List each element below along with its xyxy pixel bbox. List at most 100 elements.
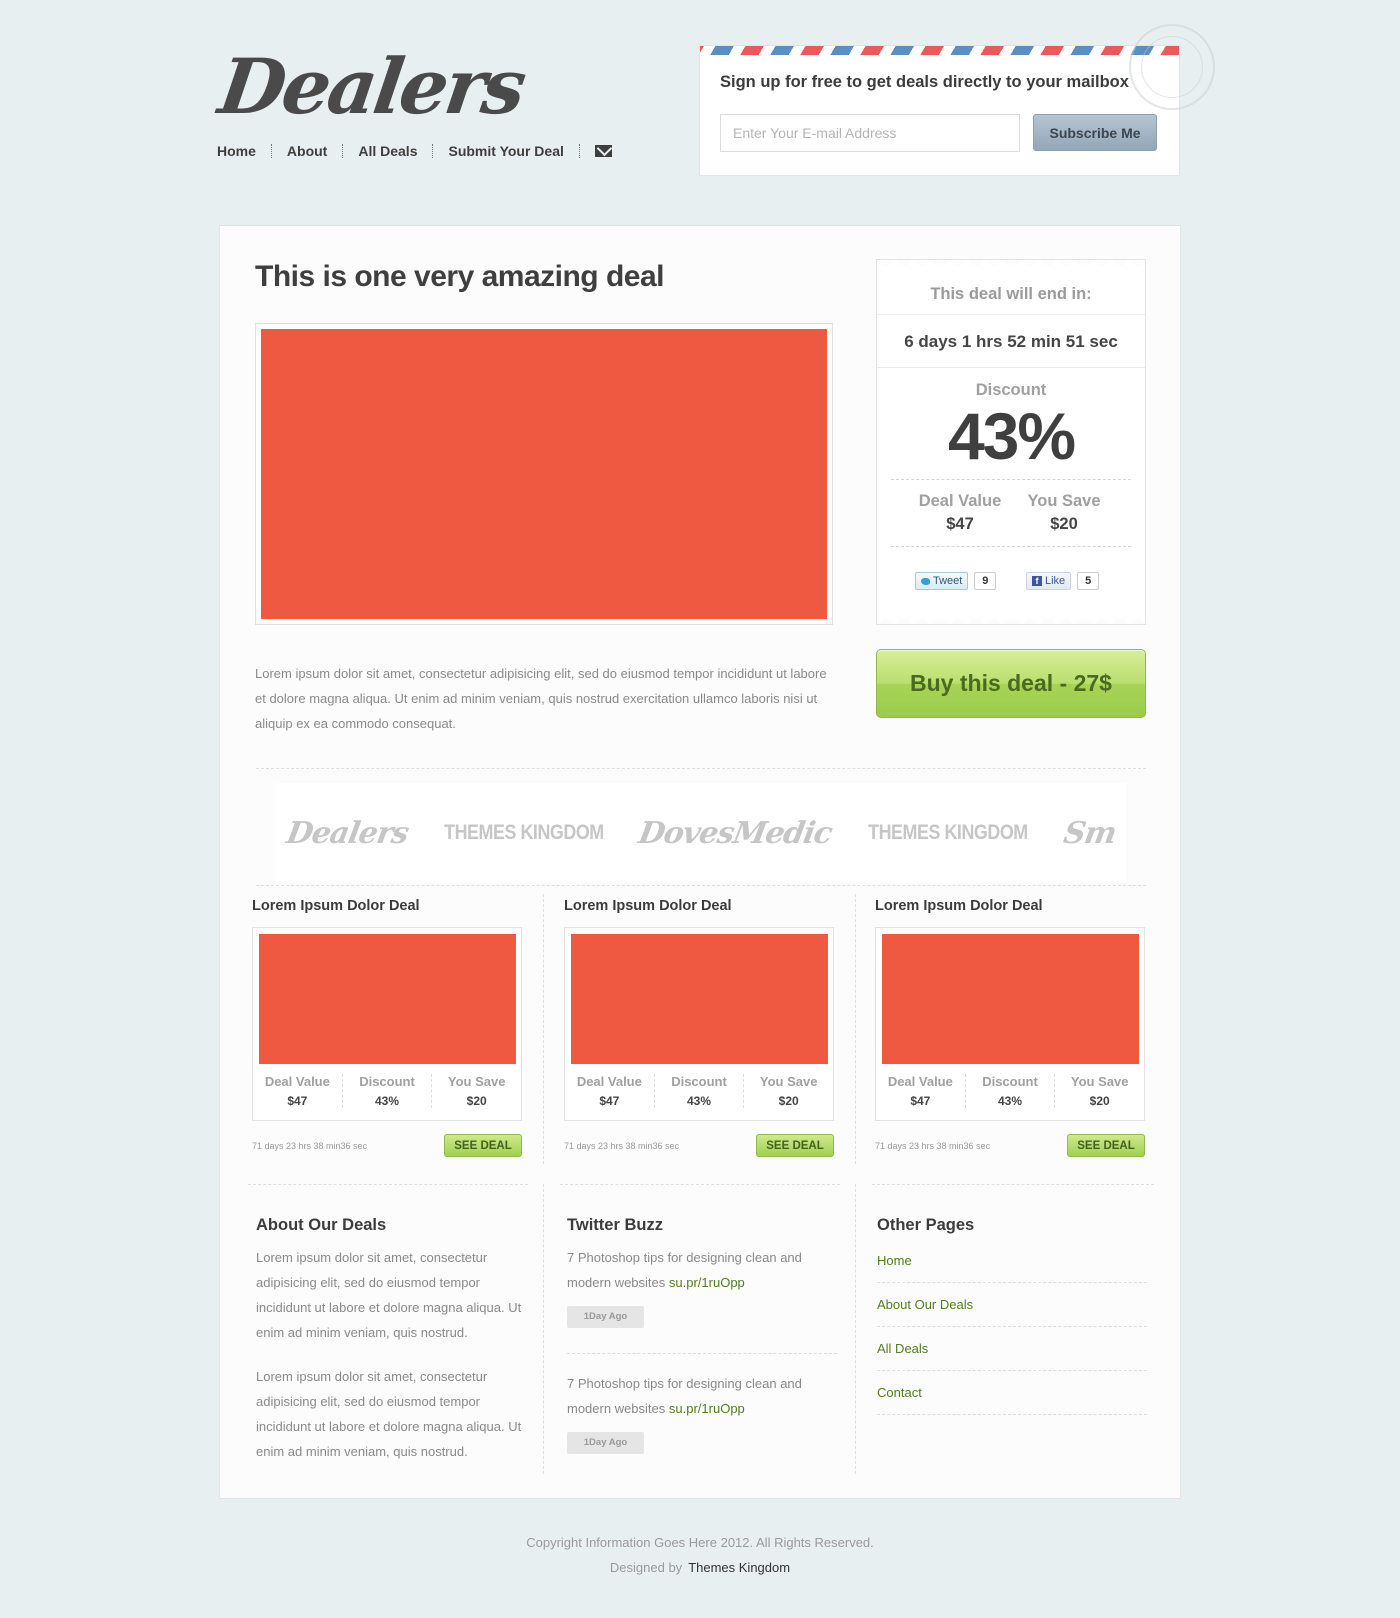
like-button[interactable]: f Like [1026, 572, 1072, 590]
about-heading: About Our Deals [256, 1216, 387, 1234]
you-save-value: $20 [778, 1094, 799, 1108]
deal-value: $47 [910, 1094, 931, 1108]
divider [560, 1184, 840, 1185]
tweet-text: 7 Photoshop tips for designing clean and… [567, 1245, 837, 1295]
deal-value: $47 [287, 1094, 308, 1108]
brand-logo-sm[interactable]: Sm [1060, 816, 1118, 851]
twitter-bird-icon [921, 577, 930, 585]
deal-card-box: Deal Value $47 Discount 43% You Save $20 [252, 927, 522, 1121]
you-save-label: You Save [1027, 492, 1101, 510]
tweet-widget: Tweet 9 [915, 572, 997, 590]
deal-card: Lorem Ipsum Dolor Deal Deal Value $47 Dis… [875, 898, 1145, 1157]
deal-card-title[interactable]: Lorem Ipsum Dolor Deal [252, 898, 522, 914]
you-save-label: You Save [759, 1074, 818, 1089]
subscribe-button[interactable]: Subscribe Me [1033, 114, 1157, 151]
tweet-text: 7 Photoshop tips for designing clean and… [567, 1371, 837, 1421]
deal-ticket: This deal will end in: 6 days 1 hrs 52 m… [876, 259, 1146, 625]
deal-image-frame [255, 323, 833, 625]
deal-description: Lorem ipsum dolor sit amet, consectetur … [255, 666, 827, 731]
about-paragraph: Lorem ipsum dolor sit amet, consectetur … [256, 1369, 522, 1459]
nav-about[interactable]: About [287, 143, 327, 159]
postmark-stamp [1129, 24, 1215, 110]
deal-card-title[interactable]: Lorem Ipsum Dolor Deal [564, 898, 834, 914]
column-divider [543, 1184, 544, 1474]
nav-all-deals[interactable]: All Deals [358, 143, 417, 159]
site-logo[interactable]: Dealers [214, 42, 529, 131]
tweet-label: Tweet [933, 575, 963, 587]
deal-value: $47 [599, 1094, 620, 1108]
signup-heading: Sign up for free to get deals directly t… [720, 73, 1129, 91]
about-section: About Our Deals Lorem ipsum dolor sit am… [256, 1216, 526, 1464]
like-count: 5 [1077, 572, 1100, 590]
discount-value: 43% [997, 1094, 1023, 1108]
other-pages-heading: Other Pages [877, 1216, 975, 1234]
tweet-link[interactable]: su.pr/1ruOpp [669, 1401, 745, 1416]
you-save-block: You Save $20 [1014, 492, 1114, 534]
page-link-contact[interactable]: Contact [877, 1371, 1147, 1415]
deal-card-image[interactable] [259, 934, 516, 1064]
deal-card: Lorem Ipsum Dolor Deal Deal Value $47 Dis… [252, 898, 522, 1157]
airmail-stripe [700, 46, 1179, 55]
page-link-home[interactable]: Home [877, 1239, 1147, 1283]
like-label: Like [1045, 575, 1066, 587]
tweet-count: 9 [974, 572, 997, 590]
twitter-heading: Twitter Buzz [567, 1216, 663, 1234]
deal-image[interactable] [261, 329, 827, 619]
brand-logo-themes-kingdom[interactable]: THEMES KINGDOM [444, 821, 604, 845]
tweet-time: 1Day Ago [567, 1432, 644, 1454]
copyright: Copyright Information Goes Here 2012. Al… [526, 1535, 874, 1550]
you-save-value: $20 [1089, 1094, 1110, 1108]
page-link-about[interactable]: About Our Deals [877, 1283, 1147, 1327]
column-divider [855, 894, 856, 1164]
deal-value-label: Deal Value [918, 492, 1002, 510]
ticket-edge-bottom [877, 616, 1145, 624]
nav-home[interactable]: Home [217, 143, 256, 159]
brand-logo-themes-kingdom[interactable]: THEMES KINGDOM [868, 821, 1028, 845]
designed-by-label: Designed by [609, 1560, 683, 1575]
deal-card-image[interactable] [571, 934, 828, 1064]
deal-card-timer: 71 days 23 hrs 38 min36 sec [875, 1141, 991, 1151]
tweet-button[interactable]: Tweet [915, 572, 969, 590]
designer-link[interactable]: Themes Kingdom [688, 1560, 790, 1575]
you-save-value: $20 [466, 1094, 487, 1108]
countdown-timer: 6 days 1 hrs 52 min 51 sec [904, 332, 1118, 351]
divider [256, 885, 1146, 886]
facebook-icon: f [1032, 576, 1042, 586]
envelope-icon[interactable] [594, 145, 612, 157]
deal-card-box: Deal Value $47 Discount 43% You Save $20 [875, 927, 1145, 1121]
nav-separator [342, 144, 344, 158]
divider [256, 768, 1146, 769]
see-deal-button[interactable]: SEE DEAL [1067, 1134, 1145, 1157]
deal-value-label: Deal Value [576, 1074, 642, 1089]
deal-card-timer: 71 days 23 hrs 38 min36 sec [252, 1141, 368, 1151]
deal-value-label: Deal Value [264, 1074, 330, 1089]
brand-logo-dovesmedic[interactable]: DovesMedic [636, 816, 835, 851]
email-input[interactable] [720, 114, 1020, 152]
discount-value: 43% [686, 1094, 712, 1108]
discount-value: 43% [947, 399, 1076, 473]
you-save-label: You Save [1070, 1074, 1129, 1089]
brand-logo-dealers[interactable]: Dealers [284, 816, 411, 851]
nav-separator [270, 144, 272, 158]
see-deal-button[interactable]: SEE DEAL [444, 1134, 522, 1157]
twitter-section: Twitter Buzz 7 Photoshop tips for design… [567, 1216, 837, 1454]
see-deal-button[interactable]: SEE DEAL [756, 1134, 834, 1157]
brand-logos: Dealers THEMES KINGDOM DovesMedic THEMES… [276, 783, 1126, 883]
deal-card-box: Deal Value $47 Discount 43% You Save $20 [564, 927, 834, 1121]
deal-title: This is one very amazing deal [255, 260, 665, 293]
newsletter-signup: Sign up for free to get deals directly t… [699, 24, 1215, 176]
deal-card-image[interactable] [882, 934, 1139, 1064]
designed-by: Designed by Themes Kingdom [0, 1560, 1400, 1575]
nav-submit-deal[interactable]: Submit Your Deal [448, 143, 563, 159]
deal-card-timer: 71 days 23 hrs 38 min36 sec [564, 1141, 680, 1151]
divider [248, 1184, 528, 1185]
page-link-all-deals[interactable]: All Deals [877, 1327, 1147, 1371]
deal-card-title[interactable]: Lorem Ipsum Dolor Deal [875, 898, 1145, 914]
tweet-link[interactable]: su.pr/1ruOpp [669, 1275, 745, 1290]
divider [872, 1184, 1154, 1185]
buy-deal-button[interactable]: Buy this deal - 27$ [876, 649, 1146, 718]
other-pages-section: Other Pages Home About Our Deals All Dea… [877, 1216, 1147, 1415]
like-widget: f Like 5 [1026, 572, 1100, 590]
discount-value: 43% [374, 1094, 400, 1108]
deal-value: $47 [946, 515, 974, 533]
